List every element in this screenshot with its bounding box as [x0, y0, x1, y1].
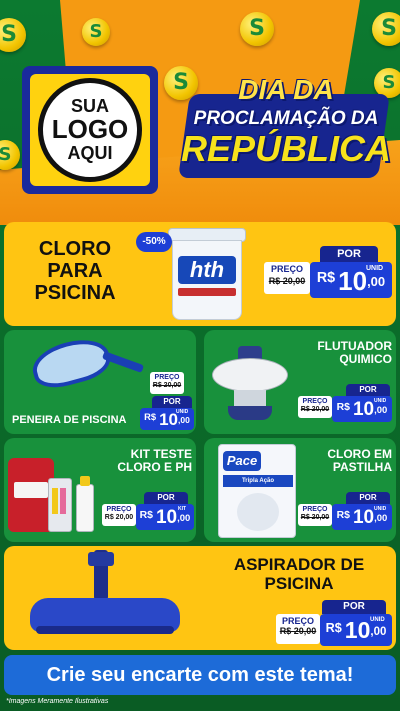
- coin-icon: S: [82, 18, 110, 46]
- coin-icon: S: [372, 12, 400, 46]
- product-name: CLORO PARA PSICINA: [34, 238, 116, 304]
- pace-subtitle: Tripla Ação: [223, 475, 293, 487]
- chemical-floater-image: [210, 346, 290, 428]
- por-label: POR: [320, 246, 378, 262]
- product-name: FLUTUADOR QUIMICO: [317, 339, 392, 367]
- headline-line3: REPÚBLICA: [180, 128, 391, 169]
- headline-line2: PROCLAMAÇÃO DA: [193, 108, 379, 129]
- product-name: KIT TESTE CLORO E PH: [117, 447, 192, 475]
- unit-label: UNID: [176, 409, 189, 415]
- pool-skimmer-image: [27, 332, 145, 394]
- product-name: ASPIRADOR DE PSICINA: [233, 555, 365, 593]
- unit-label: UNID: [374, 506, 387, 512]
- old-price-box: PREÇO R$ 20,00: [276, 614, 320, 644]
- product-card-pastilha[interactable]: Pace Tripla Ação CLORO EM PASTILHA POR P…: [204, 438, 396, 542]
- product-card-peneira[interactable]: PENEIRA DE PISCINA PREÇO R$ 20,00 POR R$…: [4, 330, 196, 434]
- por-label: POR: [346, 384, 390, 396]
- unit-label: UNID: [370, 617, 385, 623]
- chlorine-tablet-bag-image: Pace Tripla Ação: [218, 444, 296, 538]
- coin-icon: S: [240, 12, 274, 46]
- hth-label: hth: [178, 256, 236, 284]
- unit-label: KIT: [178, 506, 187, 512]
- product-card-cloro[interactable]: CLORO PARA PSICINA hth PREÇO R$ 20,00 PO…: [4, 222, 396, 326]
- product-name: PENEIRA DE PISCINA: [12, 414, 127, 426]
- logo-text: LOGO: [51, 114, 129, 145]
- chlorine-bucket-image: hth: [168, 228, 246, 320]
- headline: DIA DA PROCLAMAÇÃO DA REPÚBLICA: [178, 66, 394, 196]
- logo-placeholder[interactable]: SUA LOGO AQUI: [22, 66, 158, 194]
- pool-vacuum-image: [26, 550, 186, 646]
- old-price-box: PREÇO R$ 20,00: [298, 396, 332, 418]
- product-card-kit[interactable]: KIT TESTE CLORO E PH POR PREÇO R$ 20,00 …: [4, 438, 196, 542]
- headline-line1: DIA DA: [238, 74, 334, 105]
- test-kit-image: [8, 454, 106, 538]
- por-label: POR: [152, 396, 192, 408]
- product-name: CLORO EM PASTILHA: [327, 447, 392, 475]
- illustrative-images-note: *Imagens Meramente Ilustrativas: [6, 698, 109, 705]
- logo-inner: SUA LOGO AQUI: [30, 74, 150, 186]
- unit-label: UNID: [374, 398, 387, 404]
- logo-text: AQUI: [67, 142, 113, 163]
- old-price-box: PREÇO R$ 20,00: [150, 372, 184, 394]
- pace-brand-label: Pace: [223, 451, 261, 471]
- unit-label: UNID: [366, 265, 384, 272]
- old-price-box: PREÇO R$ 20,00: [264, 262, 310, 294]
- create-flyer-button[interactable]: Crie seu encarte com este tema!: [4, 655, 396, 695]
- old-price-box: PREÇO R$ 20,00: [298, 504, 332, 526]
- old-price-box: PREÇO R$ 20,00: [102, 504, 136, 526]
- logo-circle: SUA LOGO AQUI: [38, 78, 142, 182]
- product-card-flutuador[interactable]: FLUTUADOR QUIMICO POR PREÇO R$ 20,00 R$ 1…: [204, 330, 396, 434]
- por-label: POR: [346, 492, 390, 504]
- product-card-aspirador[interactable]: ASPIRADOR DE PSICINA POR PREÇO R$ 20,00 …: [4, 546, 396, 650]
- discount-badge: -50%: [136, 232, 172, 252]
